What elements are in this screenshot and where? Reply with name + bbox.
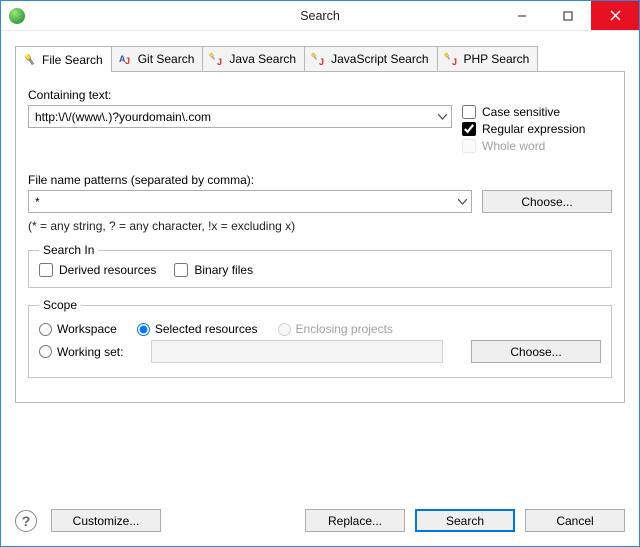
checkbox-label: Whole word [482, 139, 545, 153]
tab-php-search[interactable]: J PHP Search [437, 46, 539, 71]
svg-text:J: J [319, 57, 324, 67]
patterns-hint: (* = any string, ? = any character, !x =… [28, 219, 612, 233]
replace-button[interactable]: Replace... [305, 509, 405, 532]
js-search-icon: J [311, 51, 327, 67]
php-search-icon: J [444, 51, 460, 67]
scope-legend: Scope [39, 298, 81, 312]
containing-text-combo[interactable] [28, 105, 452, 128]
svg-text:J: J [125, 56, 130, 66]
checkbox-label: Case sensitive [482, 105, 560, 119]
whole-word-checkbox: Whole word [462, 139, 612, 153]
tab-label: File Search [42, 53, 103, 67]
customize-button[interactable]: Customize... [51, 509, 161, 532]
tab-git-search[interactable]: AJ Git Search [111, 46, 204, 71]
maximize-button[interactable] [545, 1, 591, 30]
radio-label: Selected resources [155, 322, 258, 336]
search-dialog: Search File Search AJ [0, 0, 640, 547]
containing-text-input[interactable] [29, 110, 433, 124]
file-patterns-input[interactable] [29, 195, 453, 209]
window-controls [499, 1, 639, 30]
checkbox-label: Binary files [194, 263, 253, 277]
scope-group: Scope Workspace Selected resources Enclo… [28, 298, 612, 378]
tab-bar: File Search AJ Git Search J Java Search … [15, 45, 625, 72]
minimize-button[interactable] [499, 1, 545, 30]
help-icon[interactable]: ? [15, 510, 37, 532]
scope-workspace-radio[interactable]: Workspace [39, 322, 117, 336]
choose-workingset-button[interactable]: Choose... [471, 340, 601, 363]
file-patterns-combo[interactable] [28, 190, 472, 213]
checkbox-label: Regular expression [482, 122, 585, 136]
radio-label: Working set: [57, 345, 123, 359]
radio-label: Workspace [57, 322, 117, 336]
tab-label: PHP Search [464, 52, 530, 66]
file-patterns-label: File name patterns (separated by comma): [28, 173, 612, 187]
tab-java-search[interactable]: J Java Search [202, 46, 305, 71]
titlebar: Search [1, 1, 639, 31]
scope-enclosing-radio: Enclosing projects [278, 322, 393, 336]
derived-resources-checkbox[interactable]: Derived resources [39, 263, 156, 277]
dialog-footer: ? Customize... Replace... Search Cancel [1, 499, 639, 546]
file-search-panel: Containing text: Case sensitive Regul [15, 72, 625, 403]
svg-text:J: J [452, 57, 457, 67]
tab-label: Java Search [229, 52, 296, 66]
working-set-input [151, 340, 443, 363]
choose-patterns-button[interactable]: Choose... [482, 190, 612, 213]
regex-checkbox[interactable]: Regular expression [462, 122, 612, 136]
search-button[interactable]: Search [415, 509, 515, 532]
containing-text-label: Containing text: [28, 88, 612, 102]
app-icon [9, 8, 25, 24]
cancel-button[interactable]: Cancel [525, 509, 625, 532]
aj-search-icon: AJ [118, 51, 134, 67]
chevron-down-icon[interactable] [453, 191, 471, 212]
tab-javascript-search[interactable]: J JavaScript Search [304, 46, 437, 71]
svg-text:J: J [217, 57, 222, 67]
flashlight-icon [22, 52, 38, 68]
tab-label: Git Search [138, 52, 195, 66]
java-search-icon: J [209, 51, 225, 67]
tab-file-search[interactable]: File Search [15, 46, 112, 72]
scope-workingset-radio[interactable]: Working set: [39, 345, 123, 359]
radio-label: Enclosing projects [296, 322, 393, 336]
search-options: Case sensitive Regular expression Whole … [462, 105, 612, 153]
checkbox-label: Derived resources [59, 263, 156, 277]
case-sensitive-checkbox[interactable]: Case sensitive [462, 105, 612, 119]
dialog-content: File Search AJ Git Search J Java Search … [1, 31, 639, 499]
scope-selected-radio[interactable]: Selected resources [137, 322, 258, 336]
binary-files-checkbox[interactable]: Binary files [174, 263, 253, 277]
chevron-down-icon[interactable] [433, 106, 451, 127]
tab-label: JavaScript Search [331, 52, 428, 66]
search-in-legend: Search In [39, 243, 98, 257]
close-button[interactable] [591, 1, 639, 30]
search-in-group: Search In Derived resources Binary files [28, 243, 612, 288]
